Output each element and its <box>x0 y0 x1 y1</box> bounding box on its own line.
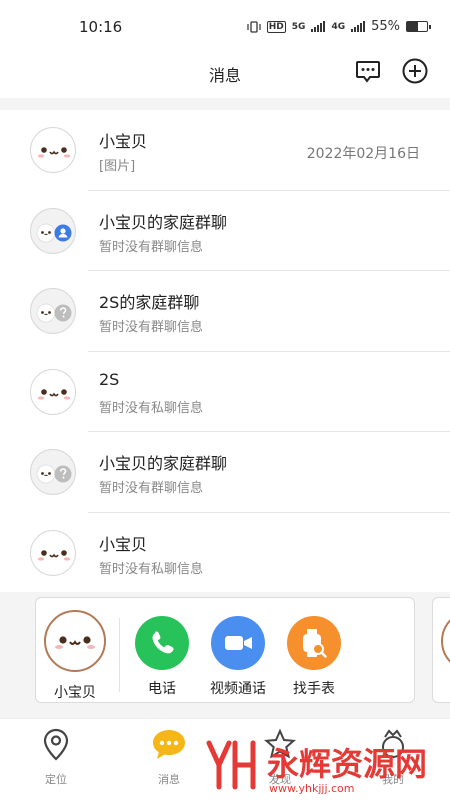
conversation-row[interactable]: 小宝贝 [图片] 2022年02月16日 <box>0 110 450 191</box>
conversation-preview: 暂时没有群聊信息 <box>99 320 204 335</box>
conversation-preview: [图片] <box>99 159 136 174</box>
signal-icon-2 <box>351 21 366 32</box>
phone-icon <box>135 616 189 670</box>
tab-messages-label: 消息 <box>158 773 180 786</box>
find-watch-label: 找手表 <box>293 681 335 697</box>
tab-discover[interactable]: 发现 <box>245 725 315 787</box>
call-label: 电话 <box>148 681 176 697</box>
section-gap <box>0 98 450 110</box>
battery-icon <box>406 21 431 32</box>
conversation-row[interactable]: 2S 暂时没有私聊信息 <box>0 351 450 432</box>
plus-circle-icon[interactable] <box>401 57 429 85</box>
network-4g: 4G <box>331 21 346 32</box>
conversation-name: 小宝贝 <box>99 132 148 151</box>
status-indicators: HD 5G 4G 55% <box>247 19 431 34</box>
tab-discover-label: 发现 <box>269 773 291 786</box>
conversation-preview: 暂时没有群聊信息 <box>99 481 204 496</box>
profile-icon <box>373 725 413 765</box>
conversation-name: 小宝贝 <box>99 534 148 554</box>
chat-bubble-icon[interactable] <box>354 57 382 85</box>
star-icon <box>260 725 300 765</box>
network-5g: 5G <box>291 21 306 32</box>
device-avatar[interactable] <box>44 610 106 672</box>
find-watch-button[interactable]: 找手表 <box>274 616 354 698</box>
tab-location-label: 定位 <box>45 773 67 786</box>
hd-badge: HD <box>266 20 286 33</box>
conversation-preview: 暂时没有私聊信息 <box>99 561 204 577</box>
signal-icon <box>311 21 326 32</box>
battery-percent: 55% <box>371 19 400 34</box>
vibrate-icon <box>247 20 261 33</box>
conversation-preview: 暂时没有私聊信息 <box>99 400 204 416</box>
question-badge-icon <box>36 464 72 484</box>
conversation-row[interactable]: 小宝贝的家庭群聊暂时没有群聊信息 <box>0 432 450 513</box>
contact-avatar <box>30 529 76 576</box>
conversation-name: 2S的家庭群聊 <box>99 293 200 312</box>
tab-location[interactable]: 定位 <box>21 725 91 787</box>
contact-avatar <box>30 127 76 173</box>
page-title: 消息 <box>208 66 241 85</box>
cute-face-icon <box>55 636 95 649</box>
device-card[interactable]: 小宝贝 电话 视频通话 找手表 <box>35 597 415 703</box>
conversation-name: 小宝贝的家庭群聊 <box>99 454 228 473</box>
tab-profile[interactable]: 我的 <box>358 725 428 787</box>
conversation-row[interactable]: 小宝贝暂时没有私聊信息 <box>0 512 450 593</box>
divider <box>119 618 120 692</box>
app-header: 消息 <box>0 52 450 98</box>
next-device-card[interactable] <box>432 597 450 703</box>
user-badge-icon <box>36 223 72 242</box>
conversation-preview: 暂时没有群聊信息 <box>99 239 204 255</box>
status-time: 10:16 <box>79 18 123 36</box>
conversation-row[interactable]: 小宝贝的家庭群聊暂时没有群聊信息 <box>0 190 450 271</box>
group-avatar <box>30 288 76 334</box>
call-button[interactable]: 电话 <box>122 616 202 698</box>
device-name: 小宝贝 <box>54 685 96 701</box>
conversation-list: 小宝贝 [图片] 2022年02月16日 小宝贝的家庭群聊 暂时没有群聊信息 2S的家庭群… <box>0 110 450 593</box>
conversation-name: 2S <box>99 369 120 389</box>
conversation-date: 2022年02月16日 <box>306 146 420 162</box>
bottom-tab-bar: 定位 消息 发现 我的 <box>0 718 450 800</box>
group-avatar <box>30 449 76 495</box>
video-call-label: 视频通话 <box>210 681 266 697</box>
location-pin-icon <box>36 725 76 765</box>
cute-face-icon <box>37 549 71 561</box>
video-call-button[interactable]: 视频通话 <box>198 616 278 698</box>
message-icon <box>149 725 189 765</box>
tab-messages[interactable]: 消息 <box>134 725 204 787</box>
find-watch-icon <box>287 616 341 670</box>
contact-avatar <box>30 368 76 415</box>
conversation-name: 小宝贝的家庭群聊 <box>99 212 228 232</box>
group-avatar <box>30 207 76 254</box>
conversation-row[interactable]: 2S的家庭群聊暂时没有群聊信息 <box>0 271 450 352</box>
cute-face-icon <box>37 388 71 400</box>
question-badge-icon <box>36 303 72 323</box>
cute-face-icon <box>37 147 71 158</box>
quick-action-area: 小宝贝 电话 视频通话 找手表 <box>0 592 450 718</box>
tab-profile-label: 我的 <box>382 773 404 786</box>
next-device-avatar <box>441 610 450 672</box>
video-camera-icon <box>211 616 265 670</box>
status-bar: 10:16 HD 5G 4G 55% <box>0 0 450 52</box>
